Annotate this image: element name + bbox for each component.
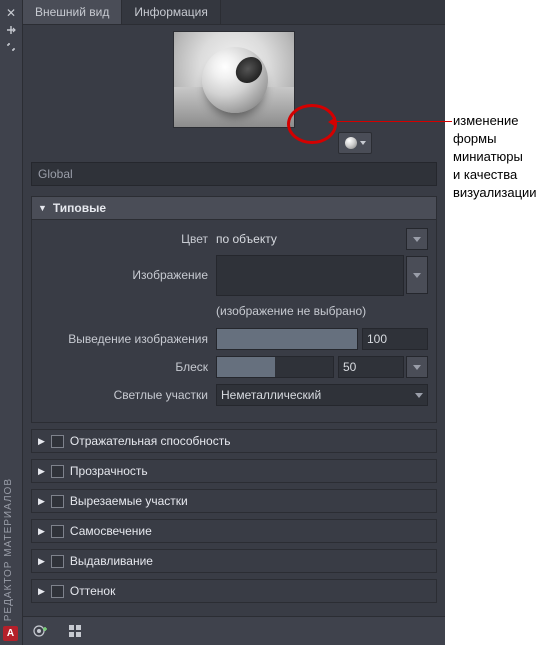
- selfillum-checkbox[interactable]: [51, 525, 64, 538]
- chevron-down-icon: [413, 365, 421, 370]
- bump-checkbox[interactable]: [51, 555, 64, 568]
- color-value[interactable]: по объекту: [216, 232, 404, 246]
- tab-info-label: Информация: [134, 5, 207, 19]
- image-label: Изображение: [40, 268, 216, 282]
- pin-icon[interactable]: [4, 23, 18, 37]
- app-badge: A: [3, 626, 18, 641]
- cutouts-checkbox[interactable]: [51, 495, 64, 508]
- section-cutouts[interactable]: ▶ Вырезаемые участки: [31, 489, 437, 513]
- chevron-right-icon: ▶: [38, 586, 45, 597]
- image-note: (изображение не выбрано): [216, 304, 366, 318]
- section-reflectivity[interactable]: ▶ Отражательная способность: [31, 429, 437, 453]
- tab-appearance[interactable]: Внешний вид: [23, 0, 122, 24]
- section-generic-title: Типовые: [53, 201, 106, 215]
- section-generic-header[interactable]: ▼ Типовые: [31, 196, 437, 220]
- chevron-right-icon: ▶: [38, 466, 45, 477]
- gloss-value[interactable]: 50: [338, 356, 404, 378]
- grid-view-button[interactable]: [63, 620, 87, 642]
- section-tint[interactable]: ▶ Оттенок: [31, 579, 437, 603]
- gloss-label: Блеск: [40, 360, 216, 374]
- preview-shape-dropdown[interactable]: [338, 132, 372, 154]
- chevron-right-icon: ▶: [38, 556, 45, 567]
- section-cutouts-label: Вырезаемые участки: [70, 494, 188, 508]
- chevron-down-icon: [413, 273, 421, 278]
- section-generic-body: Цвет по объекту Изображение: [31, 220, 437, 423]
- section-selfillum[interactable]: ▶ Самосвечение: [31, 519, 437, 543]
- image-fade-value[interactable]: 100: [362, 328, 428, 350]
- panel-title-vertical: РЕДАКТОР МАТЕРИАЛОВ: [3, 478, 14, 621]
- bottom-toolbar: [23, 616, 445, 645]
- section-selfillum-label: Самосвечение: [70, 524, 152, 538]
- material-name-field[interactable]: Global: [31, 162, 437, 186]
- transparency-checkbox[interactable]: [51, 465, 64, 478]
- gloss-dropdown-button[interactable]: [406, 356, 428, 378]
- color-label: Цвет: [40, 232, 216, 246]
- material-preview[interactable]: [173, 31, 295, 128]
- chevron-right-icon: ▶: [38, 526, 45, 537]
- section-bump-label: Выдавливание: [70, 554, 153, 568]
- chevron-down-icon: [415, 393, 423, 398]
- chevron-right-icon: ▶: [38, 496, 45, 507]
- image-field[interactable]: [216, 255, 404, 296]
- image-fade-label: Выведение изображения: [40, 332, 216, 346]
- section-reflectivity-label: Отражательная способность: [70, 434, 231, 448]
- materials-editor-panel: ✕ РЕДАКТОР МАТЕРИАЛОВ A Внешний вид Инфо…: [0, 0, 445, 645]
- sphere-icon: [345, 137, 357, 149]
- collapse-icon[interactable]: [4, 40, 18, 54]
- create-material-button[interactable]: [29, 620, 53, 642]
- tab-appearance-label: Внешний вид: [35, 5, 109, 19]
- highlights-select[interactable]: Неметаллический: [216, 384, 428, 406]
- tab-info[interactable]: Информация: [122, 0, 220, 24]
- chevron-down-icon: [360, 141, 366, 145]
- image-fade-slider[interactable]: [216, 328, 358, 350]
- highlights-value: Неметаллический: [221, 388, 321, 402]
- gloss-slider[interactable]: [216, 356, 334, 378]
- chevron-down-icon: [413, 237, 421, 242]
- material-preview-area: [31, 31, 437, 154]
- highlights-label: Светлые участки: [40, 388, 216, 402]
- section-bump[interactable]: ▶ Выдавливание: [31, 549, 437, 573]
- tint-checkbox[interactable]: [51, 585, 64, 598]
- panel-gutter: ✕ РЕДАКТОР МАТЕРИАЛОВ A: [0, 0, 23, 645]
- close-icon[interactable]: ✕: [4, 6, 18, 20]
- section-transparency[interactable]: ▶ Прозрачность: [31, 459, 437, 483]
- panel-main: Внешний вид Информация: [23, 0, 445, 645]
- reflectivity-checkbox[interactable]: [51, 435, 64, 448]
- color-dropdown-button[interactable]: [406, 228, 428, 250]
- chevron-down-icon: ▼: [38, 203, 47, 213]
- annotation-text: изменение формы миниатюры и качества виз…: [453, 112, 537, 202]
- tabs-bar: Внешний вид Информация: [23, 0, 445, 25]
- chevron-right-icon: ▶: [38, 436, 45, 447]
- section-tint-label: Оттенок: [70, 584, 115, 598]
- image-dropdown-button[interactable]: [406, 256, 428, 294]
- section-transparency-label: Прозрачность: [70, 464, 148, 478]
- material-name-value: Global: [38, 167, 73, 181]
